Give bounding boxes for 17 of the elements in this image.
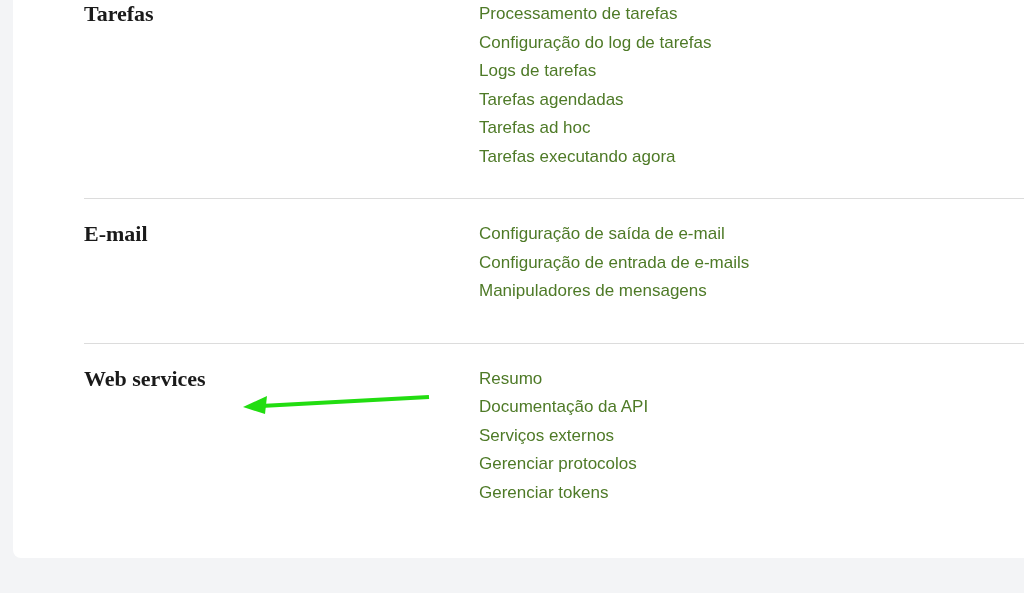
menu-link[interactable]: Gerenciar tokens	[479, 478, 609, 507]
menu-link[interactable]: Logs de tarefas	[479, 57, 597, 86]
menu-link[interactable]: Tarefas executando agora	[479, 142, 676, 171]
menu-link[interactable]: Configuração do log de tarefas	[479, 28, 712, 57]
menu-link[interactable]: Tarefas agendadas	[479, 85, 624, 114]
menu-link[interactable]: Processamento de tarefas	[479, 0, 678, 29]
section-heading: E-mail	[84, 220, 148, 248]
section-heading: Tarefas	[84, 0, 154, 28]
menu-link[interactable]: Tarefas ad hoc	[479, 114, 591, 143]
menu-link[interactable]: Serviços externos	[479, 421, 615, 450]
section-heading: Web services	[84, 364, 206, 393]
menu-link[interactable]: Manipuladores de mensagens	[479, 277, 707, 306]
menu-link[interactable]: Gerenciar protocolos	[479, 450, 637, 479]
menu-link[interactable]: Configuração de saída de e-mail	[479, 220, 725, 249]
menu-link[interactable]: Documentação da API	[479, 393, 649, 422]
menu-link[interactable]: Resumo	[479, 364, 543, 393]
menu-link[interactable]: Configuração de entrada de e-mails	[479, 248, 750, 277]
